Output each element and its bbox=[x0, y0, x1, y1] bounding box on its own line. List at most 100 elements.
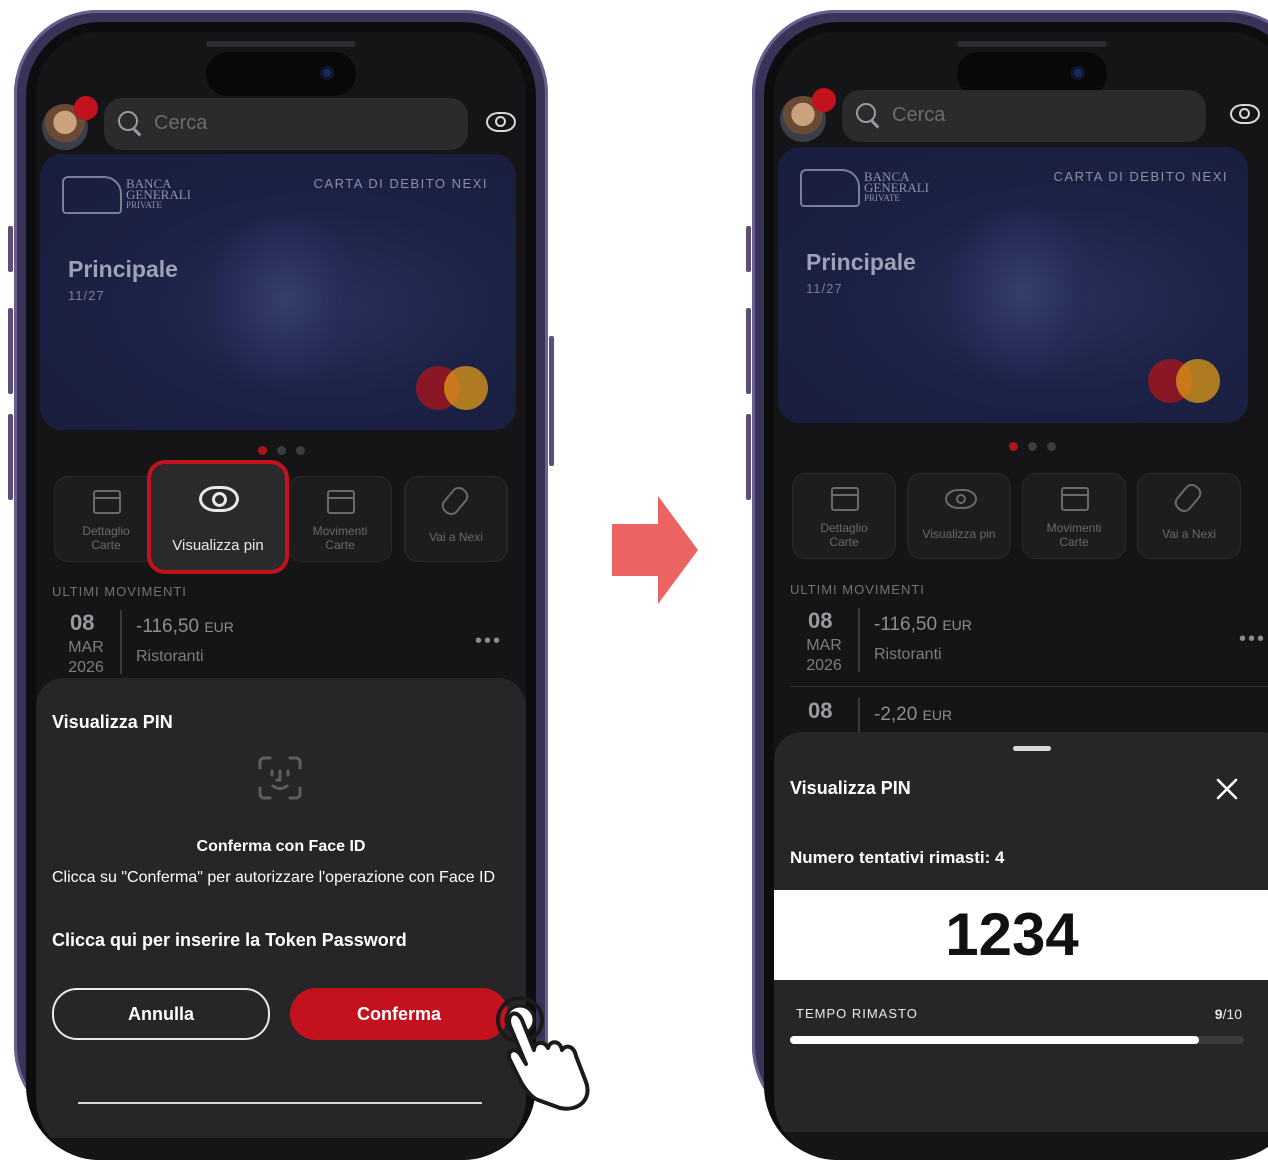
search-placeholder: Cerca bbox=[154, 112, 208, 134]
link-icon bbox=[1171, 480, 1205, 516]
time-progress-fill bbox=[790, 1036, 1199, 1044]
notification-dot bbox=[74, 96, 98, 120]
pager-dot-active bbox=[1008, 442, 1018, 451]
top-bar: Cerca bbox=[36, 96, 526, 154]
mastercard-icon bbox=[444, 366, 488, 410]
sheet-handle[interactable] bbox=[1013, 746, 1051, 751]
arrow-right-icon bbox=[612, 496, 698, 604]
row-divider bbox=[790, 686, 1268, 687]
faceid-title: Conferma con Face ID bbox=[196, 838, 366, 855]
card[interactable]: BANCA GENERALI PRIVATE CARTA DI DEBITO N… bbox=[40, 154, 516, 430]
eye-icon[interactable] bbox=[1230, 104, 1260, 124]
sheet-title: Visualizza PIN bbox=[52, 712, 173, 732]
link-icon bbox=[438, 483, 472, 519]
pager-dot bbox=[295, 446, 305, 455]
quick-actions: Dettaglio Carte Visualizza pin Movimenti… bbox=[792, 473, 1262, 559]
pager-dot bbox=[276, 446, 286, 455]
side-button bbox=[549, 336, 554, 466]
action-view-pin[interactable]: Visualizza pin bbox=[907, 473, 1011, 559]
card-type: CARTA DI DEBITO NEXI bbox=[1053, 169, 1228, 184]
carousel-pager[interactable] bbox=[774, 438, 1268, 456]
sheet-title: Visualizza PIN bbox=[790, 778, 911, 798]
pin-panel: 1234 bbox=[774, 890, 1268, 980]
pin-value: 1234 bbox=[945, 901, 1079, 968]
screen: Cerca BANCA GENERALI PRIVATE CARTA DI DE… bbox=[774, 32, 1268, 1160]
action-go-nexi[interactable]: Vai a Nexi bbox=[404, 476, 508, 562]
token-password-link[interactable]: Clicca qui per inserire la Token Passwor… bbox=[52, 930, 407, 951]
pager-dot-active bbox=[257, 446, 267, 455]
carousel-pager[interactable] bbox=[36, 442, 526, 460]
movement-row[interactable]: 08 MAR 2026 -116,50 EUR Ristoranti ••• bbox=[52, 610, 510, 680]
search-input[interactable]: Cerca bbox=[842, 90, 1206, 142]
bottom-sheet: Visualizza PIN Conferma con Face ID Clic… bbox=[36, 678, 526, 1138]
card-expiry: 11/27 bbox=[806, 281, 843, 296]
divider bbox=[858, 608, 860, 672]
close-icon[interactable] bbox=[1216, 778, 1238, 800]
attempts-remaining: Numero tentativi rimasti: 4 bbox=[790, 848, 1005, 867]
confirm-button[interactable]: Conferma bbox=[290, 988, 508, 1040]
card-icon bbox=[831, 487, 859, 511]
search-icon bbox=[118, 111, 138, 131]
camera-icon bbox=[1071, 66, 1085, 80]
tap-hand-icon bbox=[496, 996, 590, 1111]
movement-row[interactable]: 08 MAR 2026 -116,50 EUR Ristoranti ••• bbox=[790, 608, 1268, 678]
search-icon bbox=[856, 103, 876, 123]
time-label: TEMPO RIMASTO bbox=[796, 1006, 918, 1021]
phone-left: Cerca BANCA GENERALI PRIVATE CARTA DI DE… bbox=[8, 10, 554, 1160]
section-title: ULTIMI MOVIMENTI bbox=[52, 584, 187, 599]
mastercard-icon bbox=[1176, 359, 1220, 403]
avatar[interactable] bbox=[780, 88, 836, 142]
eye-icon bbox=[199, 486, 239, 512]
avatar[interactable] bbox=[42, 96, 98, 150]
faceid-description: Clicca su "Conferma" per autorizzare l'o… bbox=[52, 869, 496, 886]
lion-artwork bbox=[210, 214, 360, 384]
side-button bbox=[8, 308, 13, 394]
search-placeholder: Cerca bbox=[892, 104, 946, 126]
time-progress-track bbox=[790, 1036, 1244, 1044]
card-type: CARTA DI DEBITO NEXI bbox=[313, 176, 488, 191]
more-icon[interactable]: ••• bbox=[1239, 628, 1266, 651]
side-button bbox=[746, 308, 751, 394]
side-button bbox=[746, 414, 751, 500]
card-name: Principale bbox=[68, 256, 178, 282]
side-button bbox=[746, 226, 751, 272]
cancel-button[interactable]: Annulla bbox=[52, 988, 270, 1040]
action-card-details[interactable]: Dettaglio Carte bbox=[54, 476, 158, 562]
griffin-icon bbox=[62, 176, 122, 214]
section-title: ULTIMI MOVIMENTI bbox=[790, 582, 925, 597]
pager-dot bbox=[1046, 442, 1056, 451]
card-expiry: 11/27 bbox=[68, 288, 105, 303]
card[interactable]: BANCA GENERALI PRIVATE CARTA DI DEBITO N… bbox=[778, 147, 1248, 423]
action-view-pin-highlighted[interactable]: Visualizza pin bbox=[151, 464, 285, 570]
faceid-icon bbox=[258, 756, 302, 800]
card-plus-icon bbox=[327, 490, 355, 514]
top-bar: Cerca bbox=[774, 88, 1268, 146]
action-go-nexi[interactable]: Vai a Nexi bbox=[1137, 473, 1241, 559]
phone-right: Cerca BANCA GENERALI PRIVATE CARTA DI DE… bbox=[746, 10, 1268, 1160]
eye-icon bbox=[945, 489, 977, 509]
search-input[interactable]: Cerca bbox=[104, 98, 468, 150]
home-indicator bbox=[78, 1102, 482, 1104]
bottom-sheet: Visualizza PIN Numero tentativi rimasti:… bbox=[774, 732, 1268, 1132]
pager-dot bbox=[1027, 442, 1037, 451]
action-card-details[interactable]: Dettaglio Carte bbox=[792, 473, 896, 559]
eye-icon[interactable] bbox=[486, 112, 516, 132]
speaker bbox=[957, 41, 1107, 47]
side-button bbox=[8, 226, 13, 272]
card-name: Principale bbox=[806, 249, 916, 275]
dynamic-island bbox=[206, 52, 356, 96]
speaker bbox=[206, 41, 356, 47]
side-button bbox=[8, 414, 13, 500]
screen: Cerca BANCA GENERALI PRIVATE CARTA DI DE… bbox=[36, 32, 526, 1160]
divider bbox=[120, 610, 122, 674]
card-icon bbox=[93, 490, 121, 514]
griffin-icon bbox=[800, 169, 860, 207]
camera-icon bbox=[320, 66, 334, 80]
action-card-movements[interactable]: Movimenti Carte bbox=[1022, 473, 1126, 559]
card-plus-icon bbox=[1061, 487, 1089, 511]
more-icon[interactable]: ••• bbox=[475, 630, 502, 653]
time-value: 9/10 bbox=[1214, 1006, 1242, 1022]
notification-dot bbox=[812, 88, 836, 112]
action-card-movements[interactable]: Movimenti Carte bbox=[288, 476, 392, 562]
lion-artwork bbox=[948, 207, 1098, 377]
